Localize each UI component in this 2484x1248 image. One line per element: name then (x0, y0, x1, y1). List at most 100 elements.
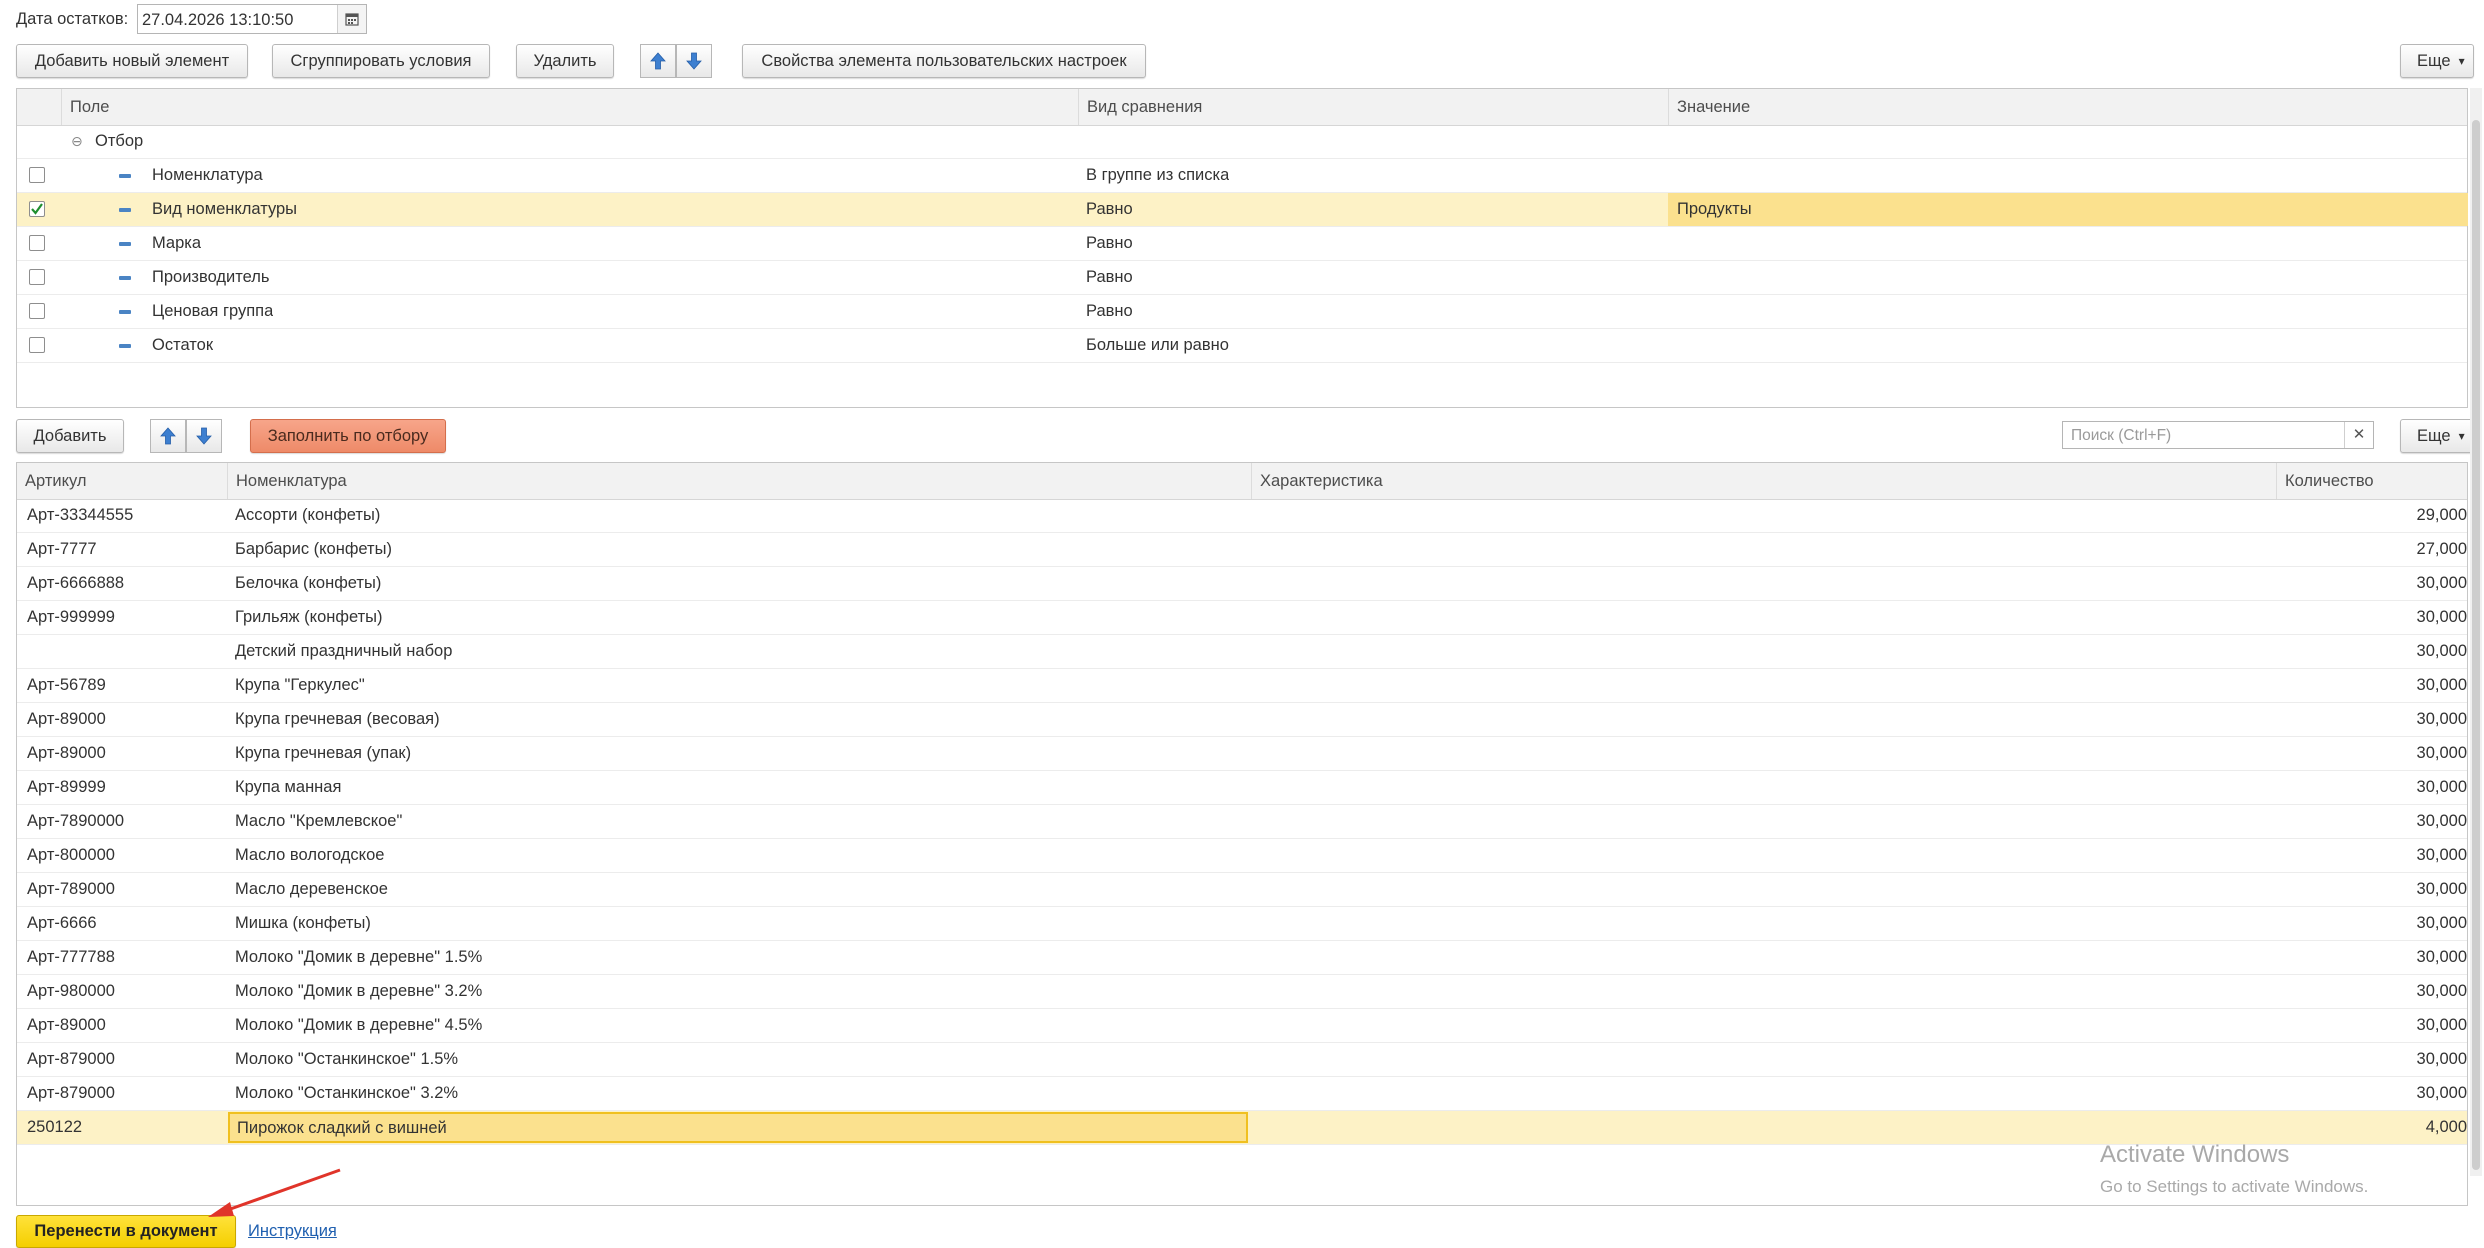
add-button[interactable]: Добавить (16, 419, 124, 453)
move-down-button[interactable] (676, 44, 712, 78)
nomenclature-cell[interactable]: Молоко "Останкинское" 1.5% (235, 1043, 458, 1076)
use-checkbox[interactable] (29, 201, 45, 217)
filter-row[interactable]: Вид номенклатуры Равно Продукты (17, 193, 2468, 227)
quantity-cell[interactable]: 30,000 (2417, 941, 2467, 974)
column-header-nomenclature[interactable]: Номенклатура (227, 463, 1251, 499)
nomenclature-cell[interactable]: Белочка (конфеты) (235, 567, 381, 600)
filter-row[interactable]: Номенклатура В группе из списка (17, 159, 2467, 193)
quantity-cell[interactable]: 30,000 (2417, 567, 2467, 600)
move-down-button-items[interactable] (186, 419, 222, 453)
filter-value[interactable] (1668, 295, 2468, 328)
use-checkbox[interactable] (29, 337, 45, 353)
element-properties-button[interactable]: Свойства элемента пользовательских настр… (742, 44, 1146, 78)
nomenclature-cell[interactable]: Масло вологодское (235, 839, 384, 872)
quantity-cell[interactable]: 30,000 (2417, 601, 2467, 634)
more-button-items[interactable]: Еще ▾ (2400, 419, 2474, 453)
article-cell[interactable]: Арт-777788 (27, 941, 115, 974)
table-row[interactable]: Арт-980000 Молоко "Домик в деревне" 3.2% 3… (17, 975, 2467, 1009)
table-row[interactable]: Арт-999999 Грильяж (конфеты) 30,000 (17, 601, 2467, 635)
move-up-button-items[interactable] (150, 419, 186, 453)
filter-comparison[interactable]: Больше или равно (1086, 329, 1229, 362)
article-cell[interactable]: Арт-980000 (27, 975, 115, 1008)
nomenclature-cell[interactable]: Молоко "Домик в деревне" 4.5% (235, 1009, 482, 1042)
column-header-characteristic[interactable]: Характеристика (1251, 463, 2276, 499)
add-new-element-button[interactable]: Добавить новый элемент (16, 44, 248, 78)
table-row[interactable]: Арт-89000 Крупа гречневая (весовая) 30,000 (17, 703, 2467, 737)
table-row[interactable]: Арт-879000 Молоко "Останкинское" 1.5% 30,0… (17, 1043, 2467, 1077)
article-cell[interactable]: Арт-789000 (27, 873, 115, 906)
filter-row[interactable]: Остаток Больше или равно (17, 329, 2467, 363)
nomenclature-cell[interactable]: Барбарис (конфеты) (235, 533, 392, 566)
article-cell[interactable]: Арт-89000 (27, 703, 106, 736)
quantity-cell[interactable]: 30,000 (2417, 1043, 2467, 1076)
quantity-cell[interactable]: 30,000 (2417, 635, 2467, 668)
filter-value[interactable] (1668, 159, 2468, 192)
filter-comparison[interactable]: В группе из списка (1086, 159, 1229, 192)
calendar-icon[interactable] (337, 5, 366, 33)
use-checkbox[interactable] (29, 303, 45, 319)
table-row[interactable]: Детский праздничный набор 30,000 (17, 635, 2467, 669)
article-cell[interactable]: Арт-6666 (27, 907, 97, 940)
article-cell[interactable]: Арт-89000 (27, 1009, 106, 1042)
fill-by-filter-button[interactable]: Заполнить по отбору (250, 419, 446, 453)
quantity-cell[interactable]: 30,000 (2417, 805, 2467, 838)
filter-row[interactable]: Ценовая группа Равно (17, 295, 2467, 329)
article-cell[interactable]: Арт-7777 (27, 533, 97, 566)
nomenclature-cell[interactable]: Пирожок сладкий с вишней (228, 1112, 1248, 1143)
filter-comparison[interactable]: Равно (1086, 261, 1133, 294)
table-row[interactable]: Арт-33344555 Ассорти (конфеты) 29,000 (17, 499, 2467, 533)
nomenclature-cell[interactable]: Грильяж (конфеты) (235, 601, 383, 634)
table-row[interactable]: Арт-789000 Масло деревенское 30,000 (17, 873, 2467, 907)
quantity-cell[interactable]: 30,000 (2417, 975, 2467, 1008)
group-conditions-button[interactable]: Сгруппировать условия (272, 44, 490, 78)
filter-value[interactable] (1668, 329, 2468, 362)
article-cell[interactable]: Арт-999999 (27, 601, 115, 634)
quantity-cell[interactable]: 30,000 (2417, 669, 2467, 702)
table-row[interactable]: Арт-56789 Крупа "Геркулес" 30,000 (17, 669, 2467, 703)
table-row[interactable]: Арт-777788 Молоко "Домик в деревне" 1.5% 3… (17, 941, 2467, 975)
filter-value[interactable] (1668, 261, 2468, 294)
quantity-cell[interactable]: 30,000 (2417, 1077, 2467, 1110)
table-row[interactable]: 250122 Пирожок сладкий с вишней 4,000 (17, 1111, 2467, 1145)
use-checkbox[interactable] (29, 167, 45, 183)
column-header-quantity[interactable]: Количество (2276, 463, 2468, 499)
table-row[interactable]: Арт-800000 Масло вологодское 30,000 (17, 839, 2467, 873)
nomenclature-cell[interactable]: Крупа "Геркулес" (235, 669, 365, 702)
filter-group-row[interactable]: ⊖ Отбор (17, 125, 2467, 159)
table-row[interactable]: Арт-6666 Мишка (конфеты) 30,000 (17, 907, 2467, 941)
article-cell[interactable]: Арт-6666888 (27, 567, 124, 600)
quantity-cell[interactable]: 30,000 (2417, 907, 2467, 940)
search-field[interactable]: ✕ (2062, 421, 2374, 450)
collapse-icon[interactable]: ⊖ (71, 133, 83, 150)
nomenclature-cell[interactable]: Ассорти (конфеты) (235, 499, 380, 532)
article-cell[interactable]: Арт-89000 (27, 737, 106, 770)
nomenclature-cell[interactable]: Крупа манная (235, 771, 341, 804)
column-header-field[interactable]: Поле (61, 89, 1095, 125)
article-cell[interactable]: Арт-89999 (27, 771, 106, 804)
quantity-cell[interactable]: 30,000 (2417, 839, 2467, 872)
quantity-cell[interactable]: 30,000 (2417, 703, 2467, 736)
table-row[interactable]: Арт-89999 Крупа манная 30,000 (17, 771, 2467, 805)
article-cell[interactable]: Арт-800000 (27, 839, 115, 872)
nomenclature-cell[interactable]: Масло деревенское (235, 873, 388, 906)
article-cell[interactable]: Арт-879000 (27, 1077, 115, 1110)
column-header-article[interactable]: Артикул (17, 463, 227, 499)
table-row[interactable]: Арт-89000 Молоко "Домик в деревне" 4.5% 30… (17, 1009, 2467, 1043)
quantity-cell[interactable]: 4,000 (2426, 1111, 2467, 1144)
clear-search-icon[interactable]: ✕ (2344, 422, 2373, 448)
table-row[interactable]: Арт-879000 Молоко "Останкинское" 3.2% 30,0… (17, 1077, 2467, 1111)
filter-comparison[interactable]: Равно (1086, 193, 1133, 226)
quantity-cell[interactable]: 30,000 (2417, 737, 2467, 770)
article-cell[interactable]: 250122 (27, 1111, 82, 1144)
use-checkbox[interactable] (29, 269, 45, 285)
nomenclature-cell[interactable]: Масло "Кремлевское" (235, 805, 402, 838)
nomenclature-cell[interactable]: Молоко "Останкинское" 3.2% (235, 1077, 458, 1110)
search-input[interactable] (2063, 422, 2343, 450)
article-cell[interactable]: Арт-56789 (27, 669, 106, 702)
date-field[interactable]: 27.04.2026 13:10:50 (137, 4, 367, 34)
article-cell[interactable]: Арт-33344555 (27, 499, 133, 532)
column-header-value[interactable]: Значение (1668, 89, 2468, 125)
more-button-top[interactable]: Еще ▾ (2400, 44, 2474, 78)
table-row[interactable]: Арт-89000 Крупа гречневая (упак) 30,000 (17, 737, 2467, 771)
article-cell[interactable]: Арт-879000 (27, 1043, 115, 1076)
